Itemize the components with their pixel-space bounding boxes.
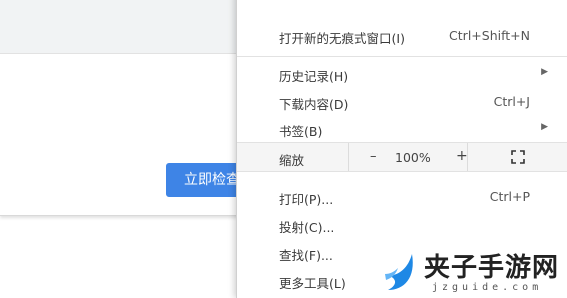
watermark-name: 夹子手游网 bbox=[424, 253, 560, 283]
menu-item-label: 投射(C)... bbox=[279, 220, 335, 235]
zoom-row: 缩放 – 100% + bbox=[237, 142, 567, 172]
menu-item-cast[interactable]: 投射(C)... bbox=[237, 211, 567, 239]
menu-item-history[interactable]: 历史记录(H) ▶ bbox=[237, 60, 567, 88]
zoom-out-button[interactable]: – bbox=[370, 149, 377, 164]
menu-item-label: 打开新的无痕式窗口(I) bbox=[279, 31, 405, 46]
watermark-domain: jzguide.com bbox=[432, 282, 543, 293]
zoom-level: 100% bbox=[395, 150, 431, 165]
menu-item-shortcut: Ctrl+Shift+N bbox=[449, 28, 530, 43]
menu-item-new-incognito-window[interactable]: 打开新的无痕式窗口(I) Ctrl+Shift+N bbox=[237, 22, 567, 50]
chevron-right-icon: ▶ bbox=[541, 67, 548, 77]
zoom-in-button[interactable]: + bbox=[456, 148, 468, 164]
menu-item-label: 下载内容(D) bbox=[279, 97, 349, 112]
site-logo-icon bbox=[385, 254, 413, 290]
menu-item-shortcut: Ctrl+J bbox=[493, 94, 530, 109]
fullscreen-icon[interactable] bbox=[511, 150, 525, 164]
menu-item-downloads[interactable]: 下载内容(D) Ctrl+J bbox=[237, 88, 567, 116]
menu-item-bookmarks[interactable]: 书签(B) ▶ bbox=[237, 115, 567, 143]
menu-item-label: 查找(F)... bbox=[279, 248, 333, 263]
menu-item-print[interactable]: 打印(P)... Ctrl+P bbox=[237, 183, 567, 211]
menu-item-label: 历史记录(H) bbox=[279, 69, 349, 84]
menu-item-label: 书签(B) bbox=[279, 124, 323, 139]
site-watermark-logo: 夹子手游网 jzguide.com bbox=[380, 248, 567, 298]
menu-item-label: 更多工具(L) bbox=[279, 276, 346, 291]
menu-separator bbox=[237, 56, 567, 57]
menu-item-label: 打印(P)... bbox=[279, 192, 334, 207]
chevron-right-icon: ▶ bbox=[541, 122, 548, 132]
zoom-label: 缩放 bbox=[279, 153, 305, 168]
menu-item-shortcut: Ctrl+P bbox=[489, 189, 530, 204]
